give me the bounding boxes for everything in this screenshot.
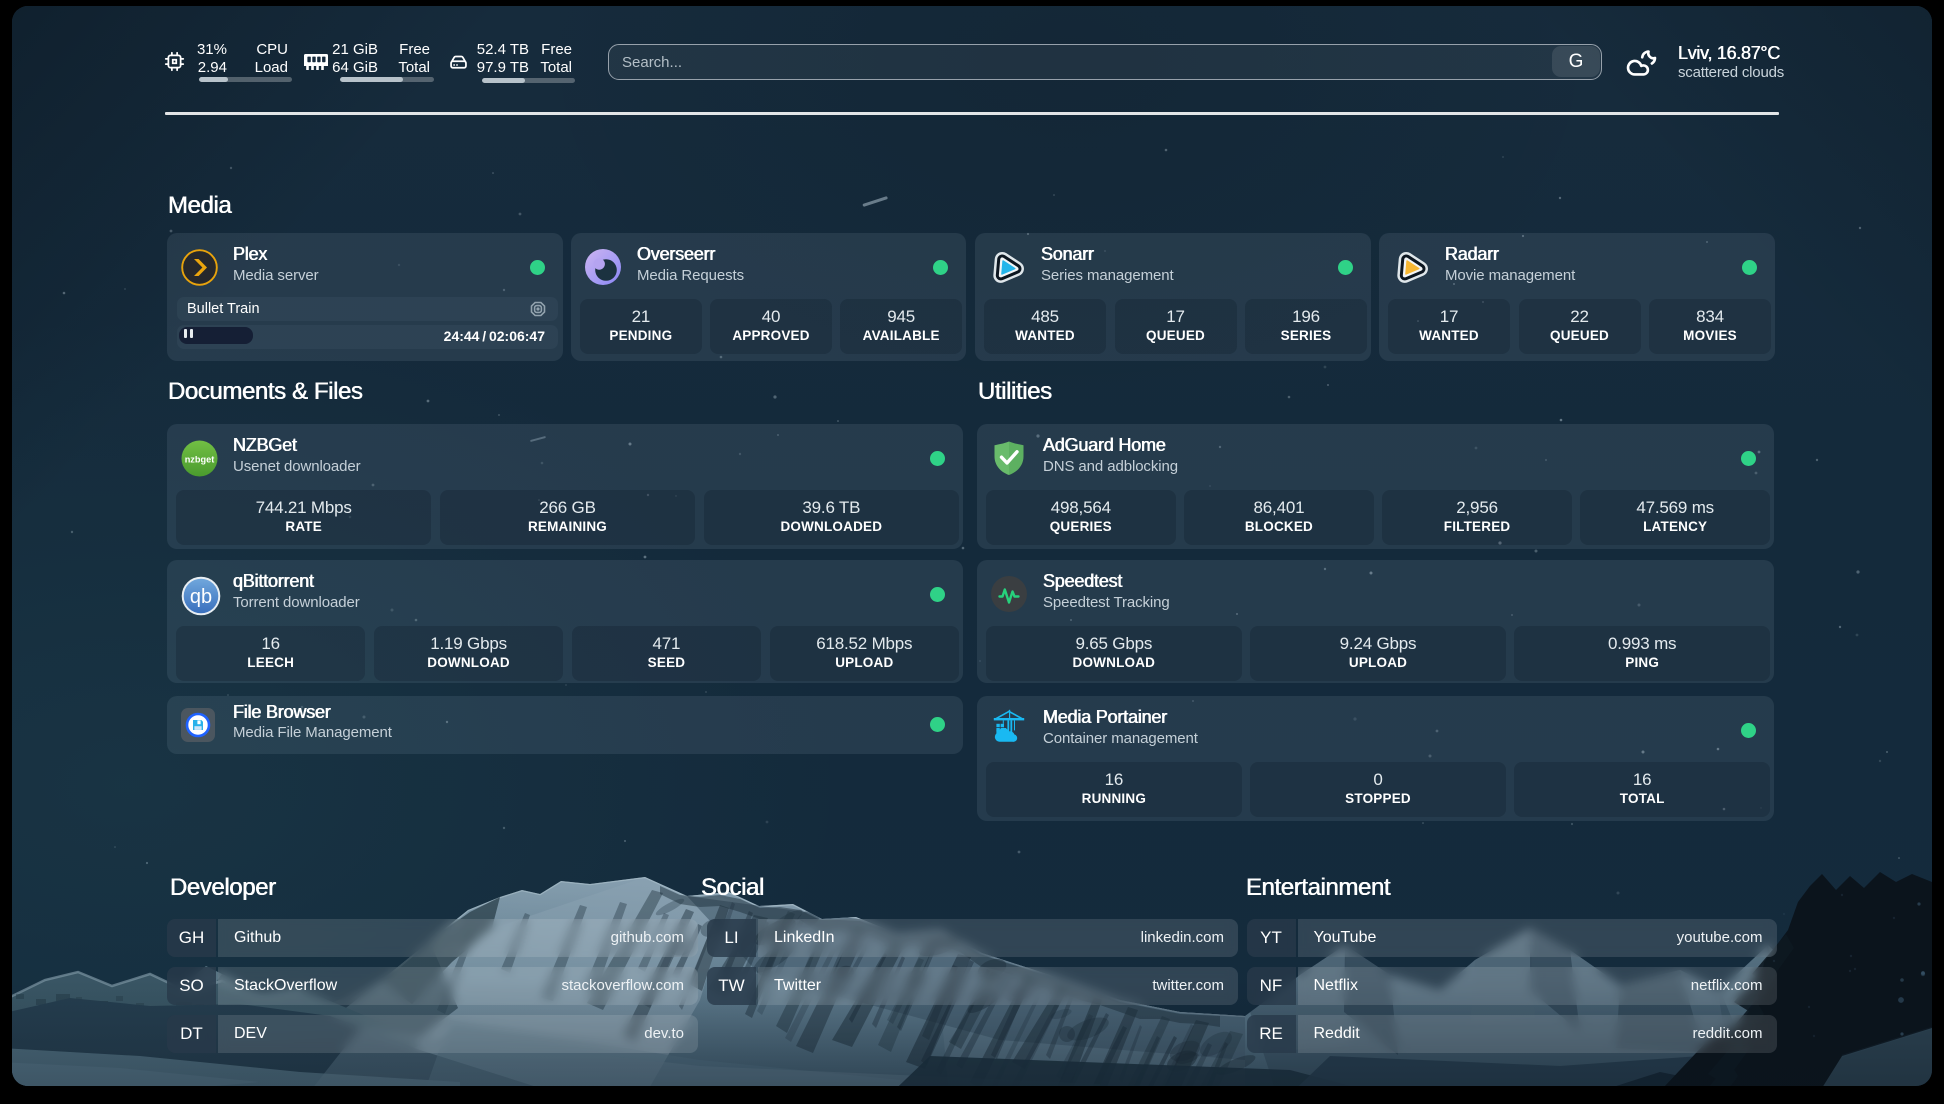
svg-text:qb: qb <box>190 586 212 608</box>
svg-text:nzbget: nzbget <box>185 455 215 465</box>
